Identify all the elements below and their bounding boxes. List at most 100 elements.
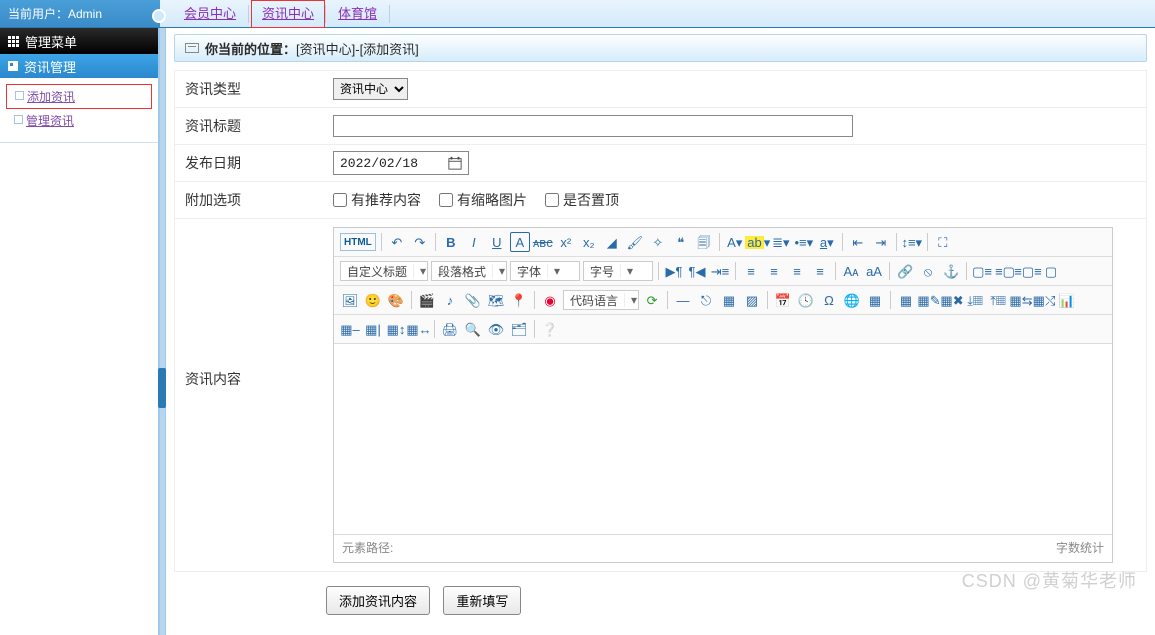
checkbox-recommend[interactable]: 有推荐内容 <box>333 190 421 210</box>
time-icon[interactable]: 🕓 <box>796 290 816 310</box>
background-icon[interactable]: ▨ <box>742 290 762 310</box>
drafts-icon[interactable]: 🗂 <box>509 319 529 339</box>
sidebar-item-add-info[interactable]: 添加资讯 <box>6 84 152 109</box>
combo-custom-title[interactable]: 自定义标题▾ <box>340 261 428 281</box>
splitter[interactable] <box>160 28 166 635</box>
combo-code-language[interactable]: 代码语言▾ <box>563 290 639 310</box>
redo-icon[interactable]: ↷ <box>410 232 430 252</box>
splitter-handle-icon[interactable] <box>158 368 166 408</box>
tolowercase-icon[interactable]: aA <box>864 261 884 281</box>
word-count-label[interactable]: 字数统计 <box>1056 539 1104 556</box>
deleterow-icon[interactable]: ▦– <box>340 319 360 339</box>
preview-icon[interactable]: 🔍 <box>463 319 483 339</box>
subscript-icon[interactable]: x₂ <box>579 232 599 252</box>
clear-format-icon[interactable]: ✧ <box>648 232 668 252</box>
blockquote-icon[interactable]: ❝ <box>671 232 691 252</box>
sidebar-group[interactable]: 资讯管理 <box>0 54 158 78</box>
select-info-type[interactable]: 资讯中心 <box>333 78 408 100</box>
image-center-icon[interactable]: ≡▢≡ <box>1018 261 1038 281</box>
chart-icon[interactable]: 📊 <box>1057 290 1077 310</box>
superscript-icon[interactable]: x² <box>556 232 576 252</box>
undo-icon[interactable]: ↶ <box>387 232 407 252</box>
splitcells-icon[interactable]: ▦⤭ <box>1034 290 1054 310</box>
baidu-icon[interactable]: ◉ <box>540 290 560 310</box>
unordered-list-icon[interactable]: •≡▾ <box>794 232 814 252</box>
combo-font-family[interactable]: 字体▾ <box>510 261 580 281</box>
image-left-icon[interactable]: ▢≡ <box>972 261 992 281</box>
submit-button[interactable]: 添加资讯内容 <box>326 586 430 615</box>
backcolor-icon[interactable]: ab▾ <box>748 232 768 252</box>
insertcol-icon[interactable]: ⤒▦ <box>988 290 1008 310</box>
indent-right-icon[interactable]: ⇥ <box>871 232 891 252</box>
music-icon[interactable]: ♪ <box>440 290 460 310</box>
ordered-list-icon[interactable]: ≣▾ <box>771 232 791 252</box>
combo-paragraph-format[interactable]: 段落格式▾ <box>431 261 507 281</box>
attachment-icon[interactable]: 📎 <box>463 290 483 310</box>
input-info-title[interactable] <box>333 115 853 137</box>
nav-member-center[interactable]: 会员中心 <box>172 1 248 27</box>
template-icon[interactable]: ▦ <box>719 290 739 310</box>
font-border-icon[interactable]: A <box>510 232 530 252</box>
input-publish-date[interactable]: 2022/02/18 <box>333 151 469 175</box>
eraser-icon[interactable]: ◢ <box>602 232 622 252</box>
combo-font-size[interactable]: 字号▾ <box>583 261 653 281</box>
html-source-button[interactable]: HTML <box>340 233 376 251</box>
unlink-icon[interactable]: ⦸ <box>918 261 938 281</box>
search-icon[interactable]: 👁 <box>486 319 506 339</box>
hr-icon[interactable]: — <box>673 290 693 310</box>
deletetable-icon[interactable]: ▦✖ <box>942 290 962 310</box>
checkbox-thumbnail[interactable]: 有缩略图片 <box>439 190 527 210</box>
gmap-icon[interactable]: 📍 <box>509 290 529 310</box>
nav-info-center[interactable]: 资讯中心 <box>251 0 325 28</box>
webapp-icon[interactable]: 🌐 <box>842 290 862 310</box>
format-brush-icon[interactable]: 🖌 <box>625 232 645 252</box>
forecolor-icon[interactable]: A▾ <box>725 232 745 252</box>
map-icon[interactable]: 🗺 <box>486 290 506 310</box>
fullscreen-icon[interactable]: ⛶ <box>933 232 953 252</box>
indent-icon[interactable]: ⇥≡ <box>710 261 730 281</box>
touppercase-icon[interactable]: Aᴀ <box>841 261 861 281</box>
date-icon[interactable]: 📅 <box>773 290 793 310</box>
align-justify-icon[interactable]: ≡ <box>810 261 830 281</box>
insertrow-icon[interactable]: ⤓▦ <box>965 290 985 310</box>
bold-icon[interactable]: B <box>441 232 461 252</box>
video-icon[interactable]: 🎬 <box>417 290 437 310</box>
nav-gym[interactable]: 体育馆 <box>326 1 389 27</box>
editor-canvas[interactable] <box>334 344 1112 534</box>
emoji-icon[interactable]: 🙂 <box>363 290 383 310</box>
sidebar-item-label[interactable]: 添加资讯 <box>27 88 75 105</box>
ltr-icon[interactable]: ▶¶ <box>664 261 684 281</box>
anchor-icon[interactable]: ⚓ <box>941 261 961 281</box>
code-icon[interactable]: ⟳ <box>642 290 662 310</box>
print-icon[interactable]: 🖨 <box>440 319 460 339</box>
splitrows-icon[interactable]: ▦↕ <box>386 319 406 339</box>
align-left-icon[interactable]: ≡ <box>741 261 761 281</box>
reset-button[interactable]: 重新填写 <box>443 586 521 615</box>
link-icon[interactable]: 🔗 <box>895 261 915 281</box>
splitcols-icon[interactable]: ▦↔ <box>409 319 429 339</box>
sidebar-item-label[interactable]: 管理资讯 <box>26 112 74 129</box>
tableprops-icon[interactable]: ▦✎ <box>919 290 939 310</box>
pasteplain-icon[interactable]: 🗐 <box>694 232 714 252</box>
scrawl-icon[interactable]: 🎨 <box>386 290 406 310</box>
spechars-icon[interactable]: ▦ <box>865 290 885 310</box>
lineheight-icon[interactable]: ↕≡▾ <box>902 232 922 252</box>
align-right-icon[interactable]: ≡ <box>787 261 807 281</box>
image-right-icon[interactable]: ≡▢ <box>995 261 1015 281</box>
rtl-icon[interactable]: ¶◀ <box>687 261 707 281</box>
pagebreak-icon[interactable]: ⎋ <box>696 290 716 310</box>
deletecol-icon[interactable]: ▦| <box>363 319 383 339</box>
italic-icon[interactable]: I <box>464 232 484 252</box>
underline-icon[interactable]: U <box>487 232 507 252</box>
sidebar-item-manage-info[interactable]: 管理资讯 <box>6 109 152 132</box>
formula-icon[interactable]: Ω <box>819 290 839 310</box>
inserttable-icon[interactable]: ▦ <box>896 290 916 310</box>
mergecells-icon[interactable]: ▦⇆ <box>1011 290 1031 310</box>
image-none-icon[interactable]: ▢ <box>1041 261 1061 281</box>
strikethrough-icon[interactable]: ᴀвᴄ <box>533 232 553 252</box>
indent-left-icon[interactable]: ⇤ <box>848 232 868 252</box>
insert-image-icon[interactable]: 🖼 <box>340 290 360 310</box>
selectall-icon[interactable]: a▾ <box>817 232 837 252</box>
checkbox-sticky[interactable]: 是否置顶 <box>545 190 619 210</box>
help-icon[interactable]: ❔ <box>540 319 560 339</box>
